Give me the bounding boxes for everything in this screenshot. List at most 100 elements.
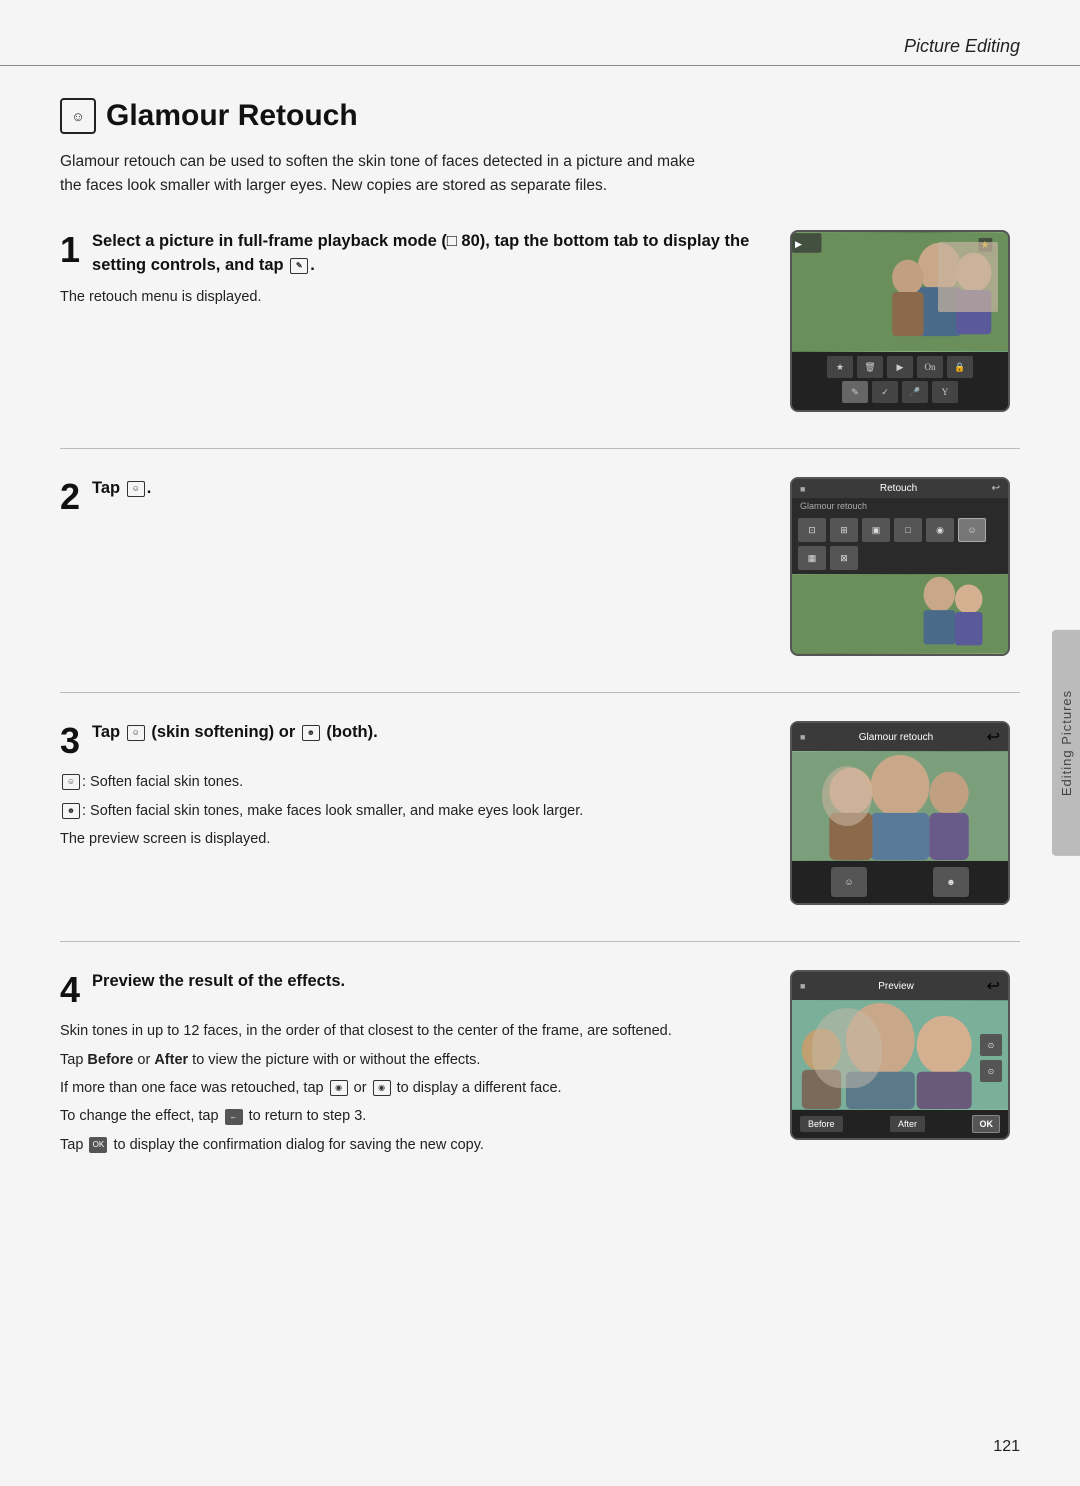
step-3-heading: 3 Tap ☺ (skin softening) or ☻ (both). <box>60 721 766 763</box>
glamour-retouch-icon: ☺ <box>60 98 96 134</box>
device-1-screen: ▶ ★ ★ 🗑 ▶ On 🔒 <box>792 232 1008 410</box>
menu-icon-2: ⊞ <box>830 518 858 542</box>
device-3-bottom: ☺ ☻ <box>792 861 1008 903</box>
prev-face-icon: ◉ <box>330 1080 348 1096</box>
tb-icon-mic: 🎤 <box>902 381 928 403</box>
skin-icon: ☺ <box>127 725 145 741</box>
photo-svg-1: ▶ ★ <box>792 232 1008 352</box>
step-1-number: 1 <box>60 232 80 268</box>
tb-icon-1: ★ <box>827 356 853 378</box>
page-number: 121 <box>993 1438 1020 1455</box>
step-1-body: The retouch menu is displayed. <box>60 286 766 308</box>
section-title: Glamour Retouch <box>106 99 358 133</box>
step-4-body: Skin tones in up to 12 faces, in the ord… <box>60 1020 766 1156</box>
device-mockup-3: ■ Glamour retouch ↩ <box>790 721 1010 905</box>
device-2-header: ■ Retouch ↩ <box>792 479 1008 498</box>
step-1-heading: 1 Select a picture in full-frame playbac… <box>60 230 766 278</box>
device-mockup-1: ▶ ★ ★ 🗑 ▶ On 🔒 <box>790 230 1010 412</box>
menu-icon-3: ▣ <box>862 518 890 542</box>
bottom-icon-both[interactable]: ☻ <box>933 867 969 897</box>
device-4-bottom: Before After OK <box>792 1110 1008 1138</box>
tb-icon-5: 🔒 <box>947 356 973 378</box>
tb-icon-3: ▶ <box>887 356 913 378</box>
svg-text:▶: ▶ <box>795 239 802 249</box>
step-1-content: 1 Select a picture in full-frame playbac… <box>60 230 766 314</box>
bottom-icon-skin[interactable]: ☺ <box>831 867 867 897</box>
before-button[interactable]: Before <box>800 1116 843 1132</box>
step-2-heading: 2 Tap ☺. <box>60 477 766 519</box>
photo-svg-4 <box>792 1000 1008 1110</box>
device-mockup-2: ■ Retouch ↩ Glamour retouch ⊡ ⊞ ▣ □ ◉ ☺ <box>790 477 1010 656</box>
retouch-label: Retouch <box>880 483 917 494</box>
back-indicator-3: ↩ <box>987 727 1000 747</box>
back-indicator-4: ↩ <box>987 976 1000 996</box>
page: Picture Editing ☺ Glamour Retouch Glamou… <box>0 0 1080 1486</box>
menu-icon-8: ⊠ <box>830 546 858 570</box>
step-4: 4 Preview the result of the effects. Ski… <box>60 970 1020 1162</box>
intro-paragraph: Glamour retouch can be used to soften th… <box>60 150 700 198</box>
page-footer: 121 <box>993 1438 1020 1456</box>
tb-icon-edit: ✎ <box>842 381 868 403</box>
menu-icon-5: ◉ <box>926 518 954 542</box>
step-3-device: ■ Glamour retouch ↩ <box>790 721 1020 905</box>
step-4-heading: 4 Preview the result of the effects. <box>60 970 766 1012</box>
side-buttons: ⊙ ⊙ <box>980 1034 1002 1082</box>
step-separator-2 <box>60 692 1020 693</box>
tb-icon-person: Y <box>932 381 958 403</box>
step-3-number: 3 <box>60 723 80 759</box>
device-mockup-4: ■ Preview ↩ <box>790 970 1010 1140</box>
step-3-content: 3 Tap ☺ (skin softening) or ☻ (both). ☺:… <box>60 721 766 856</box>
step-2: 2 Tap ☺. ■ Retouch ↩ Glamour retouch ⊡ <box>60 477 1020 656</box>
ok-button[interactable]: OK <box>972 1115 1000 1133</box>
menu-icon-glamour: ☺ <box>958 518 986 542</box>
step3-icon1: ☺ <box>62 774 80 790</box>
glamour-retouch-label-3: Glamour retouch <box>859 732 933 743</box>
side-tab-label: Editing Pictures <box>1059 690 1074 796</box>
edit-icon: ✎ <box>290 258 308 274</box>
page-header: Picture Editing <box>0 0 1080 66</box>
camera-indicator-3: ■ <box>800 732 805 742</box>
camera-indicator-4: ■ <box>800 981 805 991</box>
step-2-device: ■ Retouch ↩ Glamour retouch ⊡ ⊞ ▣ □ ◉ ☺ <box>790 477 1020 656</box>
device-4-photo <box>792 1000 1008 1110</box>
page-title: Picture Editing <box>904 36 1020 57</box>
step-1-device: ▶ ★ ★ 🗑 ▶ On 🔒 <box>790 230 1020 412</box>
device-4-header: ■ Preview ↩ <box>792 972 1008 1000</box>
step-2-number: 2 <box>60 479 80 515</box>
device-1-photo: ▶ ★ <box>792 232 1008 352</box>
after-button[interactable]: After <box>890 1116 925 1132</box>
step-separator-1 <box>60 448 1020 449</box>
toolbar-row-1: ★ 🗑 ▶ On 🔒 <box>798 356 1002 378</box>
photo-svg-3 <box>792 751 1008 861</box>
glamour-retouch-label: Glamour retouch <box>792 498 1008 514</box>
device-2-photo <box>792 574 1008 654</box>
preview-label: Preview <box>878 981 914 992</box>
step3-icon2: ☻ <box>62 803 80 819</box>
step-4-number: 4 <box>60 972 80 1008</box>
tb-icon-2: 🗑 <box>857 356 883 378</box>
side-tab: Editing Pictures <box>1052 630 1080 856</box>
back-step3-icon: ← <box>225 1109 243 1125</box>
menu-icon-7: ▦ <box>798 546 826 570</box>
ok-icon: OK <box>89 1137 107 1153</box>
glamour-icon-step2: ☺ <box>127 481 145 497</box>
back-indicator: ↩ <box>992 483 1000 494</box>
menu-icon-4: □ <box>894 518 922 542</box>
device-4-photo-area: ⊙ ⊙ <box>792 1000 1008 1110</box>
step-3: 3 Tap ☺ (skin softening) or ☻ (both). ☺:… <box>60 721 1020 905</box>
tb-icon-check: ✓ <box>872 381 898 403</box>
device-3-photo <box>792 751 1008 861</box>
device-3-header: ■ Glamour retouch ↩ <box>792 723 1008 751</box>
menu-icon-1: ⊡ <box>798 518 826 542</box>
next-face-icon: ◉ <box>373 1080 391 1096</box>
device-2-screen: ■ Retouch ↩ Glamour retouch ⊡ ⊞ ▣ □ ◉ ☺ <box>792 479 1008 654</box>
step-2-content: 2 Tap ☺. <box>60 477 766 527</box>
section-heading: ☺ Glamour Retouch <box>60 98 1020 134</box>
retouch-menu-icons: ⊡ ⊞ ▣ □ ◉ ☺ ▦ ⊠ <box>792 514 1008 574</box>
main-content: ☺ Glamour Retouch Glamour retouch can be… <box>0 66 1080 1238</box>
both-icon: ☻ <box>302 725 320 741</box>
step-4-device: ■ Preview ↩ <box>790 970 1020 1140</box>
side-btn-2[interactable]: ⊙ <box>980 1060 1002 1082</box>
side-btn-1[interactable]: ⊙ <box>980 1034 1002 1056</box>
device-1-toolbar: ★ 🗑 ▶ On 🔒 ✎ ✓ 🎤 Y <box>792 352 1008 410</box>
